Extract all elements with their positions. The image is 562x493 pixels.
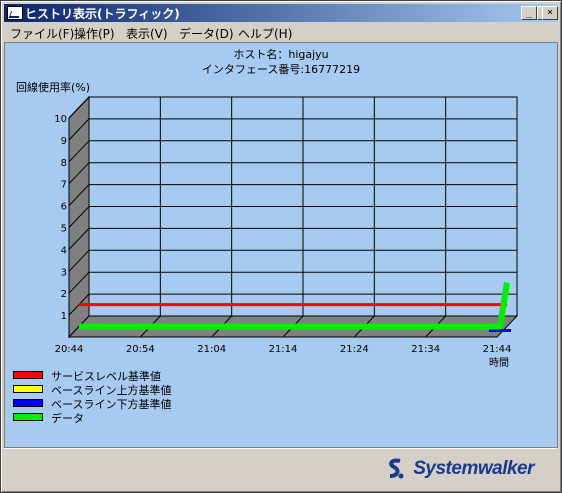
legend-swatch [13,371,43,379]
history-window: ヒストリ表示(トラフィック) _ □ × ファイル(F) 操作(P) 表示(V)… [0,0,562,493]
chart-area: ホスト名：higajyu インタフェース番号:16777219 回線使用率(%)… [4,42,558,448]
menu-view[interactable]: 表示(V) [126,25,168,42]
legend-swatch [13,413,43,421]
y-tick-label: 10 [54,114,67,125]
x-tick-label: 21:34 [411,344,440,355]
window-title: ヒストリ表示(トラフィック) [25,7,180,21]
close-button[interactable]: × [542,6,558,20]
menu-operation[interactable]: 操作(P) [74,25,115,42]
title-bar[interactable]: ヒストリ表示(トラフィック) _ □ [4,4,558,22]
x-tick-label: 21:44 [483,344,512,355]
y-tick-label: 3 [61,267,67,278]
y-tick-label: 9 [61,136,67,147]
y-tick-label: 2 [61,289,67,300]
y-tick-label: 8 [61,158,67,169]
y-tick-labels: 1 2 3 4 5 6 7 8 9 10 [54,114,67,322]
x-axis-label: 時間 [489,357,509,369]
y-tick-label: 7 [61,180,67,191]
x-tick-label: 21:14 [269,344,298,355]
y-tick-label: 1 [61,311,67,322]
legend-swatch [13,385,43,393]
traffic-chart: 1 2 3 4 5 6 7 8 9 10 20:44 20:54 21:04 21:14 21:24 21:… [54,95,519,369]
status-bar: Systemwalker [4,448,556,489]
menu-data[interactable]: データ(D) [179,25,234,42]
x-tick-labels: 20:44 20:54 21:04 21:14 21:24 21:34 21:44 [55,344,512,355]
legend-swatch [13,399,43,407]
menu-help[interactable]: ヘルプ(H) [238,25,292,42]
y-tick-label: 6 [61,202,67,213]
y-tick-label: 5 [61,224,67,235]
menu-bar: ファイル(F) 操作(P) 表示(V) データ(D) ヘルプ(H) [4,23,558,41]
legend-label: データ [51,412,84,425]
brand-logo: Systemwalker [413,458,534,479]
y-tick-label: 4 [61,245,67,256]
x-tick-label: 21:24 [340,344,369,355]
minimize-button[interactable]: _ [521,6,537,20]
chart-app-icon [7,6,23,20]
x-tick-label: 20:54 [126,344,155,355]
x-tick-label: 20:44 [55,344,84,355]
x-tick-label: 21:04 [197,344,226,355]
menu-file[interactable]: ファイル(F) [10,25,74,42]
systemwalker-logo-icon [389,458,404,479]
